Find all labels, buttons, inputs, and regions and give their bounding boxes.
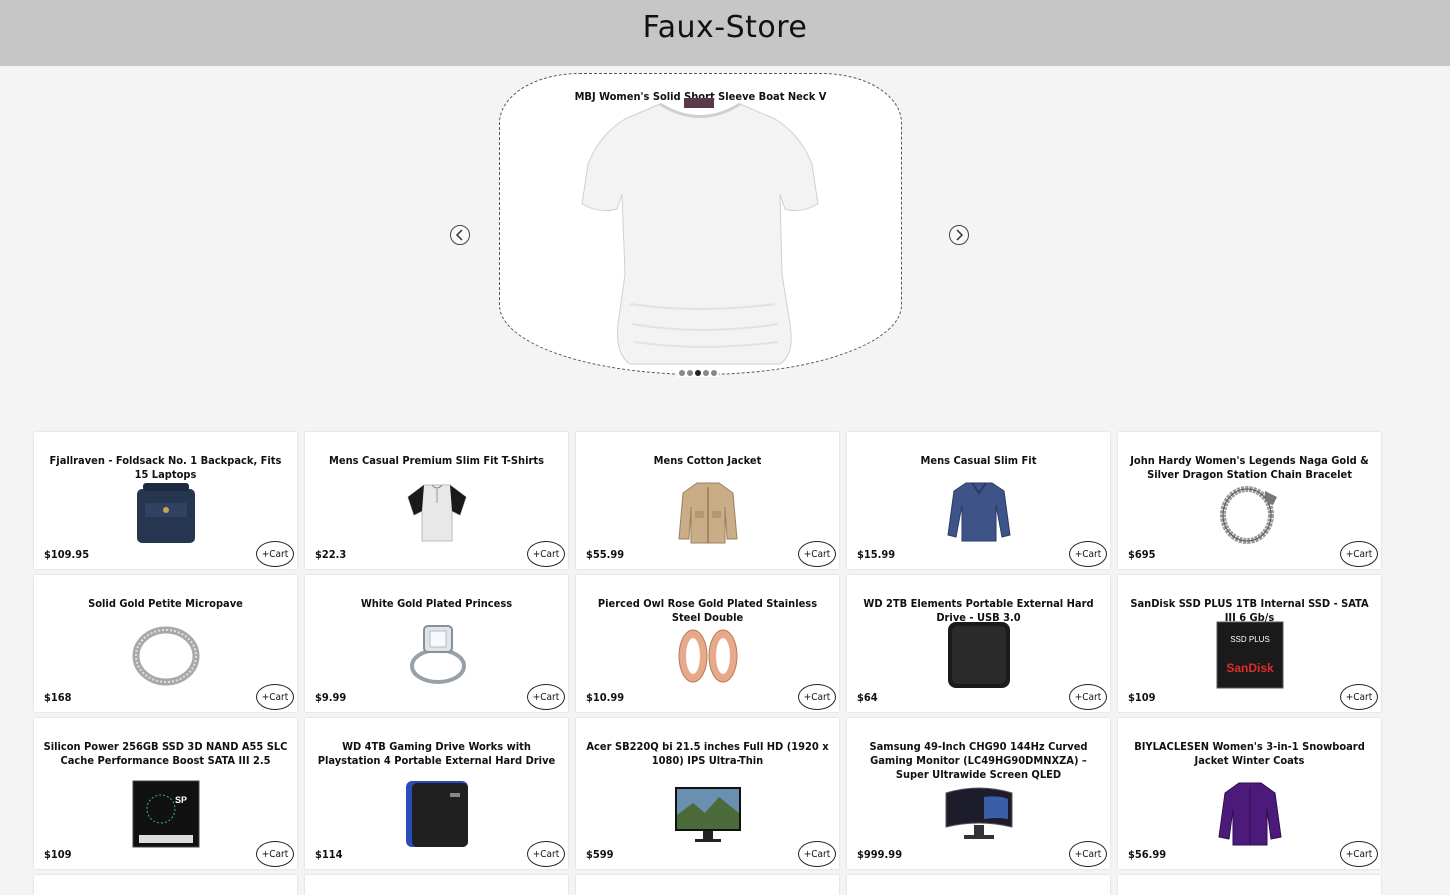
product-title: BIYLACLESEN Women's 3-in-1 Snowboard Jac… <box>1134 740 1365 767</box>
carousel-indicators <box>677 369 719 377</box>
product-title: Acer SB220Q bi 21.5 inches Full HD (1920… <box>586 740 829 767</box>
jacket-image <box>673 477 743 547</box>
henley-shirt-image <box>402 477 472 547</box>
chevron-left-icon <box>455 229 463 241</box>
add-to-cart-button[interactable]: +Cart <box>798 684 836 710</box>
product-price: $15.99 <box>857 548 896 561</box>
add-to-cart-button[interactable]: +Cart <box>527 841 565 867</box>
product-title: Mens Casual Slim Fit <box>920 454 1037 467</box>
add-to-cart-button[interactable]: +Cart <box>1069 684 1107 710</box>
product-card[interactable]: Mens Cotton Jacket $55.99 +Cart <box>576 432 839 569</box>
product-title: WD 4TB Gaming Drive Works with Playstati… <box>317 740 556 767</box>
product-price: $9.99 <box>315 691 347 704</box>
carousel-dot-active[interactable] <box>695 370 701 376</box>
add-to-cart-button[interactable]: +Cart <box>1340 841 1378 867</box>
product-card[interactable]: BIYLACLESEN Women's 3-in-1 Snowboard Jac… <box>1118 718 1381 869</box>
product-card[interactable]: Samsung 49-Inch CHG90 144Hz Curved Gamin… <box>847 718 1110 869</box>
product-price: $109 <box>1128 691 1156 704</box>
add-to-cart-button[interactable]: +Cart <box>1069 541 1107 567</box>
product-card[interactable]: Mens Casual Premium Slim Fit T-Shirts $2… <box>305 432 568 569</box>
carousel-dot[interactable] <box>703 370 709 376</box>
add-to-cart-button[interactable]: +Cart <box>527 541 565 567</box>
product-title: Silicon Power 256GB SSD 3D NAND A55 SLC … <box>43 740 288 767</box>
product-card[interactable]: WD 4TB Gaming Drive Works with Playstati… <box>305 718 568 869</box>
ssd-sandisk-image: SSD PLUS SanDisk <box>1215 620 1285 690</box>
product-price: $168 <box>44 691 72 704</box>
backpack-image <box>131 477 201 547</box>
add-to-cart-button[interactable]: +Cart <box>798 541 836 567</box>
product-price: $22.3 <box>315 548 347 561</box>
sp-logo-label: SP <box>174 795 186 805</box>
product-title: Samsung 49-Inch CHG90 144Hz Curved Gamin… <box>869 740 1088 781</box>
product-card[interactable] <box>34 875 297 895</box>
add-to-cart-button[interactable]: +Cart <box>1340 541 1378 567</box>
carousel-slide[interactable]: MBJ Women's Solid Short Sleeve Boat Neck… <box>499 73 902 375</box>
product-card[interactable] <box>576 875 839 895</box>
product-card[interactable]: Pierced Owl Rose Gold Plated Stainless S… <box>576 575 839 712</box>
product-card[interactable]: Fjallraven - Foldsack No. 1 Backpack, Fi… <box>34 432 297 569</box>
product-price: $999.99 <box>857 848 903 861</box>
product-price: $695 <box>1128 548 1156 561</box>
product-title: White Gold Plated Princess <box>360 597 513 610</box>
product-title: Mens Casual Premium Slim Fit T-Shirts <box>329 454 544 467</box>
product-price: $55.99 <box>586 548 625 561</box>
product-grid: Fjallraven - Foldsack No. 1 Backpack, Fi… <box>34 432 1381 895</box>
site-title: Faux-Store <box>642 9 808 45</box>
carousel-dot[interactable] <box>679 370 685 376</box>
product-card[interactable]: Solid Gold Petite Micropave $168 +Cart <box>34 575 297 712</box>
product-card[interactable]: White Gold Plated Princess $9.99 +Cart <box>305 575 568 712</box>
product-card[interactable]: Silicon Power 256GB SSD 3D NAND A55 SLC … <box>34 718 297 869</box>
ring-image <box>131 620 201 690</box>
ear-tunnels-image <box>673 620 743 690</box>
add-to-cart-button[interactable]: +Cart <box>256 541 294 567</box>
white-tshirt-image <box>581 98 819 365</box>
chevron-right-icon <box>956 229 964 241</box>
curved-monitor-image <box>944 779 1014 849</box>
product-carousel: MBJ Women's Solid Short Sleeve Boat Neck… <box>0 66 1450 432</box>
ssd-plus-label: SSD PLUS <box>1230 635 1270 644</box>
ssd-sp-image: SP <box>131 779 201 849</box>
product-price: $109.95 <box>44 548 90 561</box>
add-to-cart-button[interactable]: +Cart <box>798 841 836 867</box>
add-to-cart-button[interactable]: +Cart <box>527 684 565 710</box>
long-sleeve-shirt-image <box>944 477 1014 547</box>
monitor-image <box>673 779 743 849</box>
product-card[interactable]: Mens Casual Slim Fit $15.99 +Cart <box>847 432 1110 569</box>
carousel-dot[interactable] <box>711 370 717 376</box>
product-card[interactable] <box>847 875 1110 895</box>
product-card[interactable] <box>305 875 568 895</box>
site-header: Faux-Store <box>0 0 1450 66</box>
product-card[interactable]: John Hardy Women's Legends Naga Gold & S… <box>1118 432 1381 569</box>
product-title: Solid Gold Petite Micropave <box>88 597 243 610</box>
bracelet-image <box>1215 477 1285 547</box>
product-price: $56.99 <box>1128 848 1167 861</box>
sandisk-brand-label: SanDisk <box>1226 661 1274 675</box>
add-to-cart-button[interactable]: +Cart <box>256 841 294 867</box>
diamond-ring-image <box>402 620 472 690</box>
product-price: $109 <box>44 848 72 861</box>
add-to-cart-button[interactable]: +Cart <box>1069 841 1107 867</box>
purple-jacket-image <box>1215 779 1285 849</box>
product-price: $114 <box>315 848 343 861</box>
add-to-cart-button[interactable]: +Cart <box>256 684 294 710</box>
hard-drive-image <box>944 620 1014 690</box>
gaming-drive-image <box>402 779 472 849</box>
product-price: $10.99 <box>586 691 625 704</box>
carousel-prev-button[interactable] <box>450 225 470 245</box>
carousel-dot[interactable] <box>687 370 693 376</box>
product-card[interactable]: SanDisk SSD PLUS 1TB Internal SSD - SATA… <box>1118 575 1381 712</box>
product-card[interactable]: Acer SB220Q bi 21.5 inches Full HD (1920… <box>576 718 839 869</box>
carousel-next-button[interactable] <box>949 225 969 245</box>
add-to-cart-button[interactable]: +Cart <box>1340 684 1378 710</box>
product-card[interactable]: WD 2TB Elements Portable External Hard D… <box>847 575 1110 712</box>
product-card[interactable] <box>1118 875 1381 895</box>
product-title: Mens Cotton Jacket <box>653 454 762 467</box>
product-price: $599 <box>586 848 614 861</box>
product-price: $64 <box>857 691 878 704</box>
